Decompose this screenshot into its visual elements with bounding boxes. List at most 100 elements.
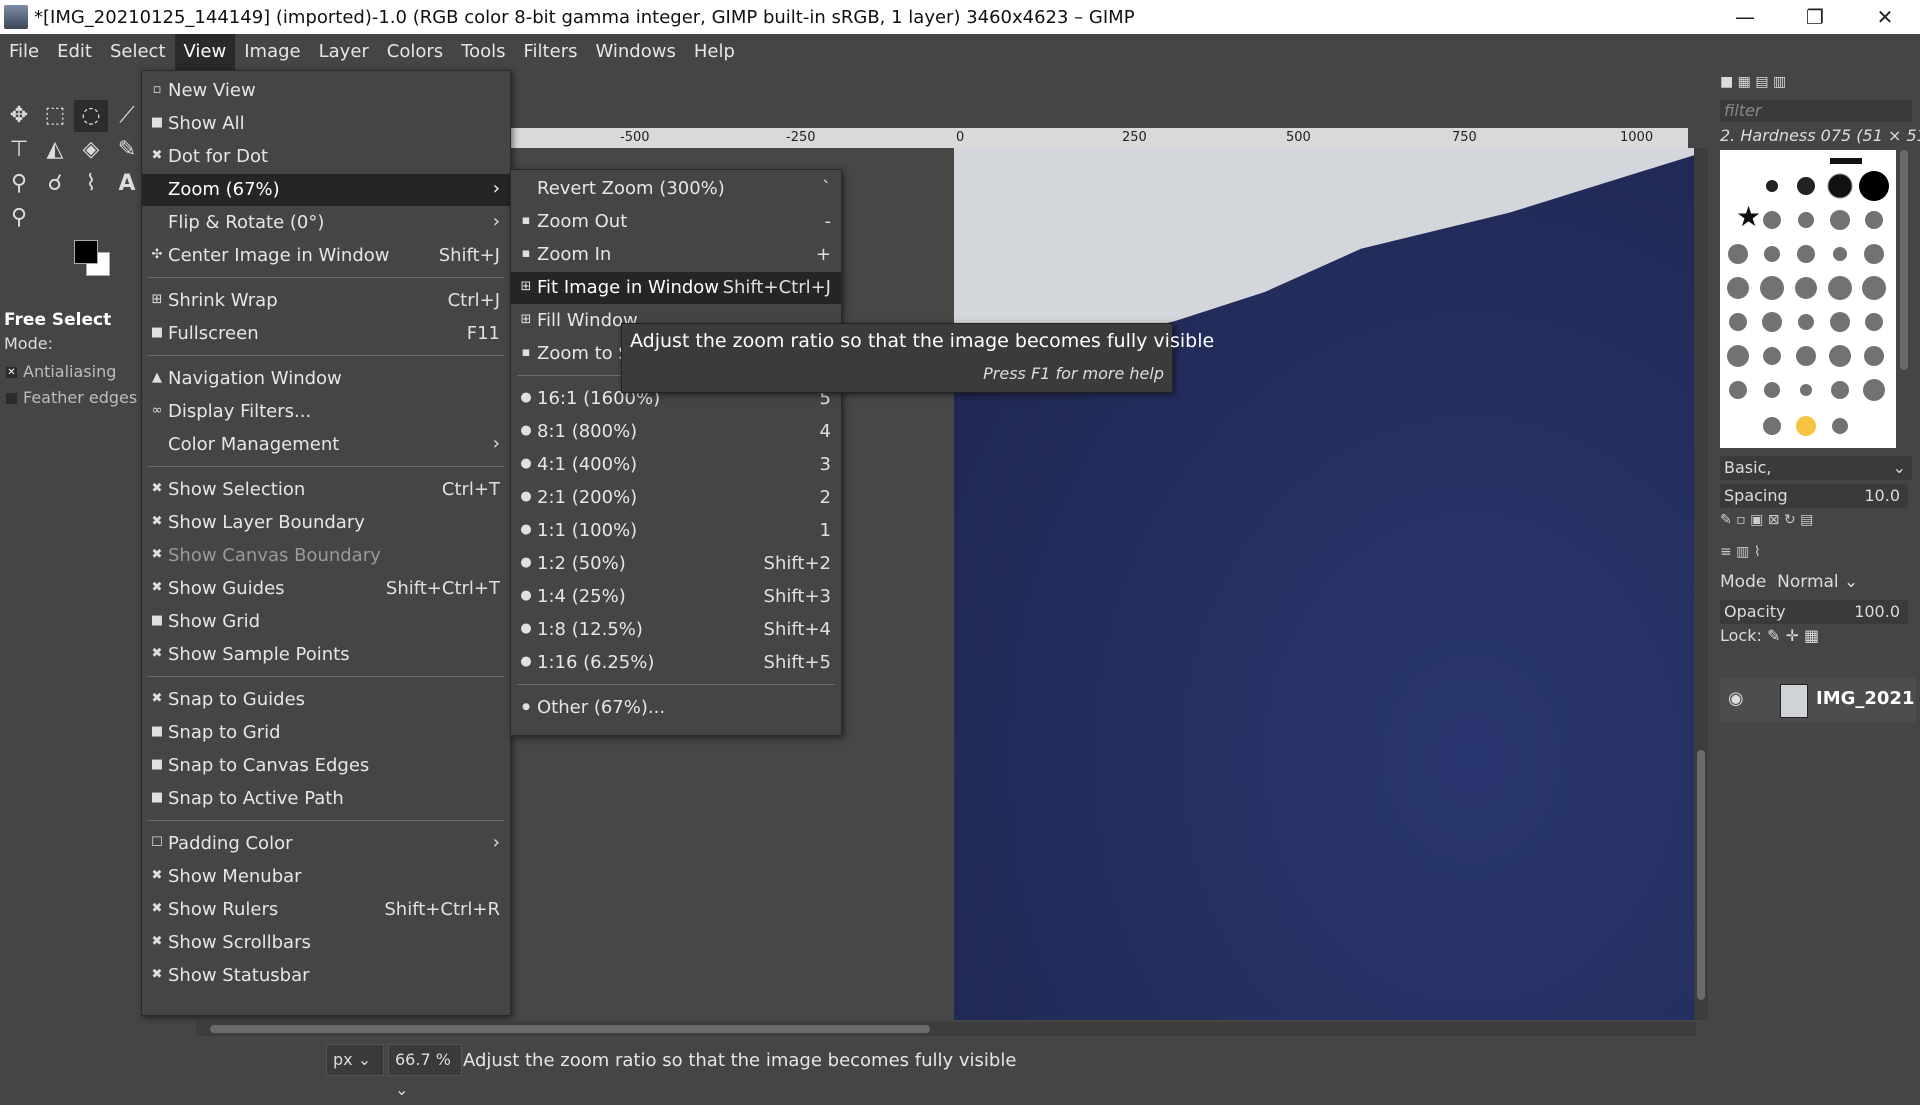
- free-select-tool-icon[interactable]: ◌: [74, 100, 108, 132]
- view-flip-rotate-submenu[interactable]: Flip & Rotate (0°) ›: [142, 207, 510, 239]
- view-zoom-submenu[interactable]: Zoom (67%) ›: [142, 174, 510, 206]
- view-show-all[interactable]: ■ Show All: [142, 108, 510, 140]
- foreground-color-swatch[interactable]: [74, 240, 98, 264]
- zoom-1-1[interactable]: ● 1:1 (100%) 1: [511, 515, 841, 547]
- close-window-button[interactable]: ✕: [1850, 0, 1920, 34]
- menu-windows[interactable]: Windows: [586, 34, 684, 70]
- view-display-filters[interactable]: ∞ Display Filters...: [142, 396, 510, 428]
- menu-tools[interactable]: Tools: [452, 34, 514, 70]
- antialiasing-checkbox[interactable]: ✕ Antialiasing: [6, 362, 116, 381]
- menu-file[interactable]: File: [0, 34, 48, 70]
- image-canvas[interactable]: [954, 148, 1694, 1020]
- view-show-guides[interactable]: ✖ Show Guides Shift+Ctrl+T: [142, 573, 510, 605]
- zoom-4-1[interactable]: ● 4:1 (400%) 3: [511, 449, 841, 481]
- menu-edit[interactable]: Edit: [48, 34, 101, 70]
- zoom-1-8[interactable]: ● 1:8 (12.5%) Shift+4: [511, 614, 841, 646]
- view-shrink-wrap[interactable]: ⊞ Shrink Wrap Ctrl+J: [142, 285, 510, 317]
- view-dot-for-dot[interactable]: ✖ Dot for Dot: [142, 141, 510, 173]
- restore-button[interactable]: ❐: [1780, 0, 1850, 34]
- menu-separator: [148, 676, 504, 677]
- zoom-1-4[interactable]: ● 1:4 (25%) Shift+3: [511, 581, 841, 613]
- rect-select-tool-icon[interactable]: ⬚: [38, 100, 72, 132]
- lock-position-icon[interactable]: ✛: [1785, 626, 1798, 645]
- horizontal-scrollbar-thumb[interactable]: [210, 1025, 930, 1033]
- menu-help[interactable]: Help: [685, 34, 744, 70]
- feather-edges-checkbox[interactable]: Feather edges: [6, 388, 137, 407]
- view-new-view[interactable]: ▫ New View: [142, 75, 510, 107]
- brush-actions-icons[interactable]: ✎ ▫ ▣ ⊠ ↻ ▤: [1720, 512, 1908, 532]
- menu-view[interactable]: View: [174, 34, 236, 70]
- view-show-grid[interactable]: ■ Show Grid: [142, 606, 510, 638]
- view-show-canvas-boundary[interactable]: ✖ Show Canvas Boundary: [142, 540, 510, 572]
- spacing-slider[interactable]: Spacing 10.0: [1720, 484, 1908, 508]
- radio-icon: ●: [520, 654, 532, 669]
- checkbox-unchecked-icon: ■: [150, 724, 164, 739]
- fuzzy-select-tool-icon[interactable]: ⟋: [110, 100, 144, 132]
- zoom-revert[interactable]: Revert Zoom (300%) `: [511, 173, 841, 205]
- view-show-selection[interactable]: ✖ Show Selection Ctrl+T: [142, 474, 510, 506]
- menu-colors[interactable]: Colors: [378, 34, 452, 70]
- eye-icon[interactable]: ◉: [1728, 688, 1744, 709]
- lock-pixels-icon[interactable]: ✎: [1767, 626, 1780, 645]
- smudge-tool-icon[interactable]: ☌: [38, 168, 72, 200]
- horizontal-ruler[interactable]: -500 -250 0 250 500 750 1000: [508, 128, 1688, 148]
- minimize-button[interactable]: —: [1710, 0, 1780, 34]
- view-show-rulers[interactable]: ✖ Show Rulers Shift+Ctrl+R: [142, 894, 510, 926]
- layers-tab-icons[interactable]: ≡ ▥ ⌇: [1720, 544, 1908, 562]
- menu-separator: [517, 684, 835, 685]
- menu-layer[interactable]: Layer: [310, 34, 378, 70]
- zoom-1-16[interactable]: ● 1:16 (6.25%) Shift+5: [511, 647, 841, 679]
- view-snap-to-active-path[interactable]: ■ Snap to Active Path: [142, 783, 510, 815]
- zoom-other[interactable]: ● Other (67%)...: [511, 692, 841, 724]
- menu-select[interactable]: Select: [101, 34, 175, 70]
- zoom-tool-icon[interactable]: ⚲: [2, 202, 36, 234]
- zoom-1-2[interactable]: ● 1:2 (50%) Shift+2: [511, 548, 841, 580]
- view-snap-to-guides[interactable]: ✖ Snap to Guides: [142, 684, 510, 716]
- unit-selector[interactable]: px ⌄: [326, 1044, 384, 1076]
- zoom-out[interactable]: ▪ Zoom Out -: [511, 206, 841, 238]
- view-show-scrollbars[interactable]: ✖ Show Scrollbars: [142, 927, 510, 959]
- zoom-in[interactable]: ▪ Zoom In +: [511, 239, 841, 271]
- view-show-layer-boundary[interactable]: ✖ Show Layer Boundary: [142, 507, 510, 539]
- lock-alpha-icon[interactable]: ▦: [1804, 626, 1819, 645]
- paintbrush-tool-icon[interactable]: ✎: [110, 134, 144, 166]
- layer-row[interactable]: ◉ IMG_2021: [1720, 678, 1916, 722]
- submenu-arrow-icon: ›: [492, 832, 500, 853]
- brush-grid[interactable]: ★: [1720, 150, 1896, 448]
- brush-grid-scrollbar[interactable]: [1900, 150, 1908, 370]
- move-tool-icon[interactable]: ✥: [2, 100, 36, 132]
- view-color-management-submenu[interactable]: Color Management ›: [142, 429, 510, 461]
- brush-filter-input[interactable]: filter: [1720, 100, 1912, 122]
- opacity-slider[interactable]: Opacity 100.0: [1720, 600, 1908, 624]
- view-padding-color-submenu[interactable]: ☐ Padding Color ›: [142, 828, 510, 860]
- view-fullscreen[interactable]: ■ Fullscreen F11: [142, 318, 510, 350]
- view-show-sample-points[interactable]: ✖ Show Sample Points: [142, 639, 510, 671]
- status-message: Adjust the zoom ratio so that the image …: [463, 1050, 1017, 1071]
- layer-mode-row[interactable]: Mode Normal ⌄: [1720, 572, 1858, 592]
- clone-tool-icon[interactable]: ⚲: [2, 168, 36, 200]
- view-snap-to-canvas-edges[interactable]: ■ Snap to Canvas Edges: [142, 750, 510, 782]
- zoom-2-1[interactable]: ● 2:1 (200%) 2: [511, 482, 841, 514]
- view-show-menubar[interactable]: ✖ Show Menubar: [142, 861, 510, 893]
- view-navigation-window[interactable]: ▲ Navigation Window: [142, 363, 510, 395]
- window-title: *[IMG_20210125_144149] (imported)-1.0 (R…: [34, 7, 1135, 28]
- view-snap-to-grid[interactable]: ■ Snap to Grid: [142, 717, 510, 749]
- zoom-selector[interactable]: 66.7 % ⌄: [388, 1044, 462, 1099]
- vertical-scrollbar-thumb[interactable]: [1697, 750, 1705, 1000]
- paths-tool-icon[interactable]: ⌇: [74, 168, 108, 200]
- crop-tool-icon[interactable]: ⊤: [2, 134, 36, 166]
- tooltip-text: Adjust the zoom ratio so that the image …: [630, 330, 1215, 352]
- zoom-fit-image-in-window[interactable]: ⊞ Fit Image in Window Shift+Ctrl+J: [511, 272, 841, 304]
- svg-text:★: ★: [1736, 200, 1761, 233]
- view-show-statusbar[interactable]: ✖ Show Statusbar: [142, 960, 510, 992]
- menu-filters[interactable]: Filters: [515, 34, 587, 70]
- dock-tab-icons[interactable]: ■ ▦ ▤ ▥: [1720, 74, 1790, 92]
- menu-image[interactable]: Image: [235, 34, 309, 70]
- warp-tool-icon[interactable]: ◭: [38, 134, 72, 166]
- text-tool-icon[interactable]: A: [110, 168, 144, 200]
- bucket-fill-tool-icon[interactable]: ◈: [74, 134, 108, 166]
- brush-preset-selector[interactable]: Basic, ⌄: [1720, 456, 1912, 480]
- zoom-8-1[interactable]: ● 8:1 (800%) 4: [511, 416, 841, 448]
- checkbox-unchecked-icon: ■: [150, 115, 164, 130]
- view-center-image[interactable]: ✣ Center Image in Window Shift+J: [142, 240, 510, 272]
